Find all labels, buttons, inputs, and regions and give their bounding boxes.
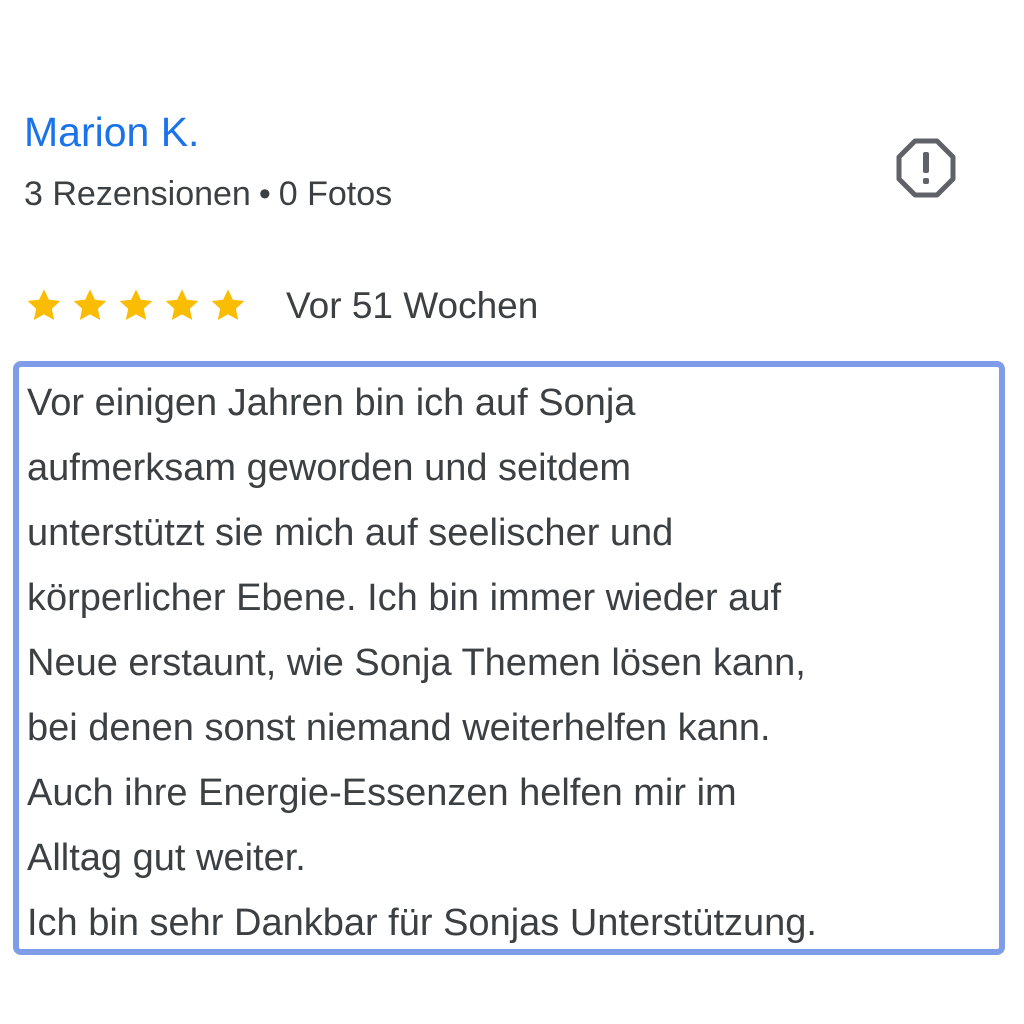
reviewer-meta: 3 Rezensionen • 0 Fotos: [24, 172, 392, 216]
photos-count: 0 Fotos: [278, 175, 393, 213]
star-icon: [27, 289, 61, 321]
star-icon: [165, 289, 199, 321]
review-text-highlight: Vor einigen Jahren bin ich auf Sonja auf…: [13, 361, 1005, 955]
review-line: unterstützt sie mich auf seelischer und: [27, 512, 674, 554]
star-icon: [211, 289, 245, 321]
review-line: bei denen sonst niemand weiterhelfen kan…: [27, 707, 771, 749]
review-line: Alltag gut weiter.: [27, 837, 306, 879]
review-line: Auch ihre Energie-Essenzen helfen mir im: [27, 772, 737, 814]
star-icon: [119, 289, 153, 321]
report-octagon-icon: [896, 138, 956, 198]
review-text: Vor einigen Jahren bin ich auf Sonja auf…: [27, 371, 817, 956]
review-line: körperlicher Ebene. Ich bin immer wieder…: [27, 577, 782, 619]
review-line: Neue erstaunt, wie Sonja Themen lösen ka…: [27, 642, 806, 684]
reviewer-name[interactable]: Marion K.: [24, 106, 199, 158]
review-line: aufmerksam geworden und seitdem: [27, 447, 632, 489]
star-icon: [73, 289, 107, 321]
star-rating: [24, 286, 248, 326]
review-date: Vor 51 Wochen: [286, 285, 539, 326]
rating-row: Vor 51 Wochen: [24, 280, 538, 332]
review-line: Ich bin sehr Dankbar für Sonjas Unterstü…: [27, 902, 817, 944]
meta-separator: •: [258, 175, 271, 213]
review-line: Vor einigen Jahren bin ich auf Sonja: [27, 382, 636, 424]
report-button[interactable]: [893, 135, 959, 201]
reviews-count: 3 Rezensionen: [24, 175, 251, 213]
